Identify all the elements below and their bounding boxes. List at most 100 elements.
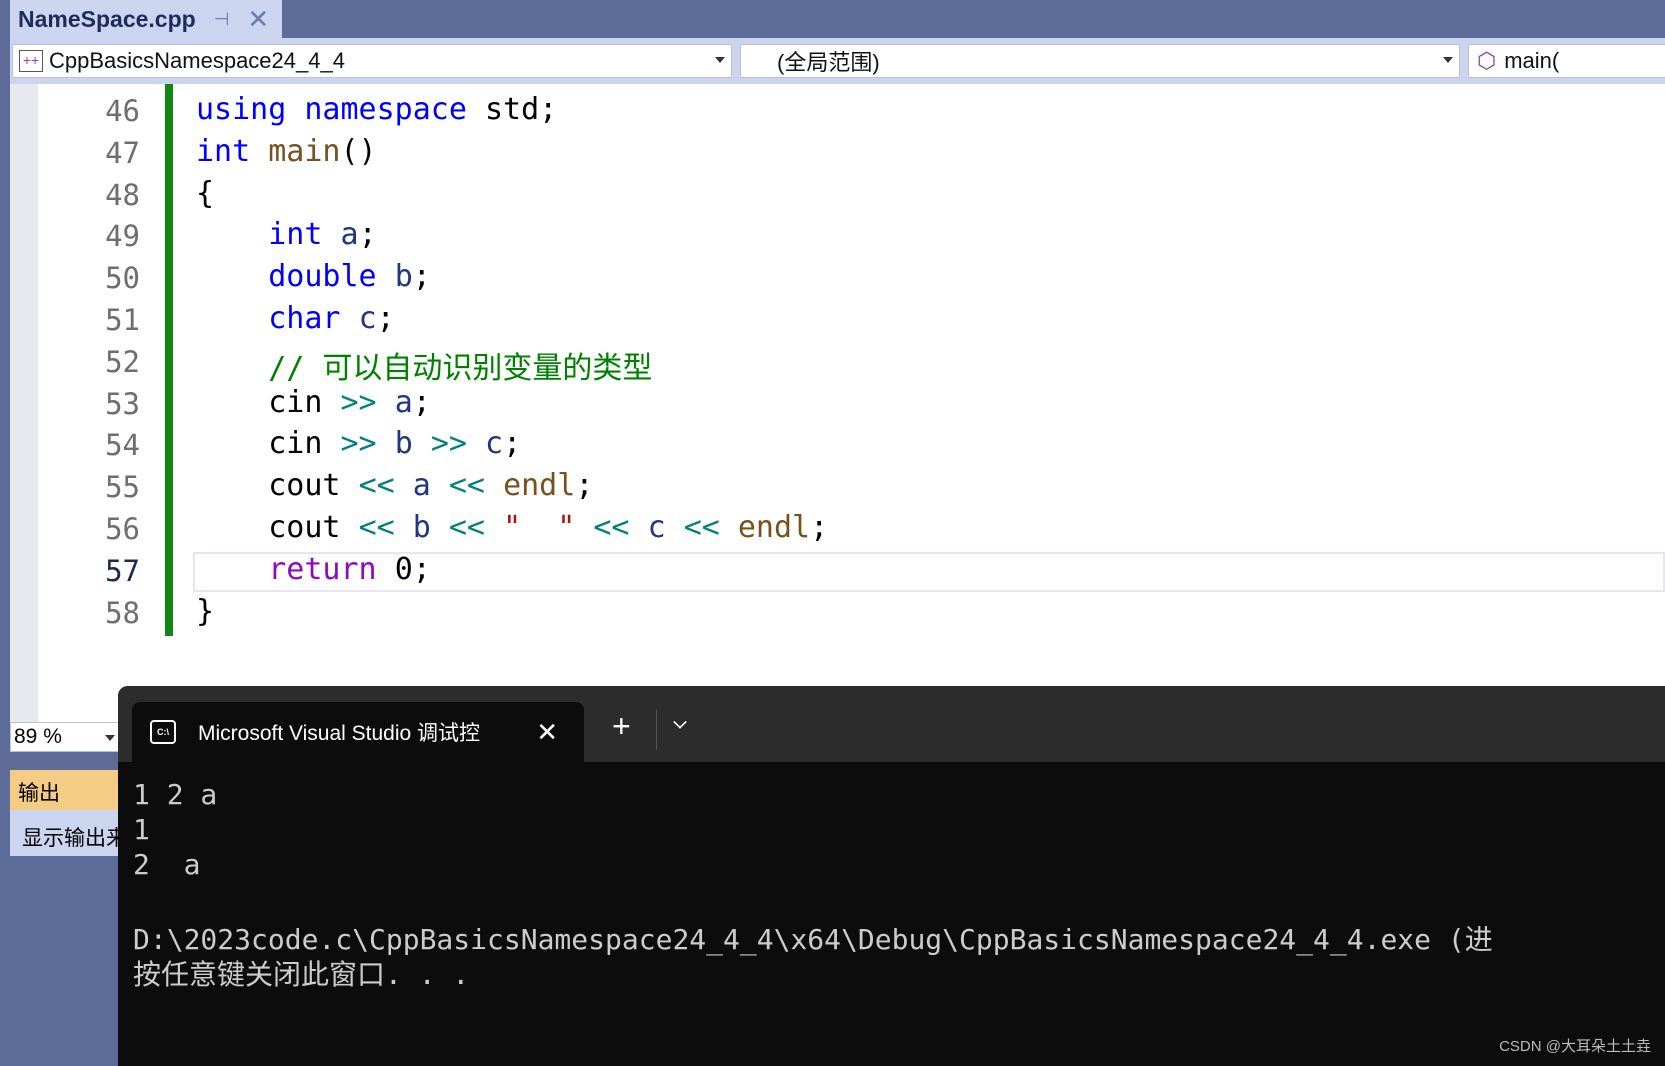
close-icon[interactable]: ✕	[247, 4, 269, 35]
editor-margin	[10, 84, 38, 724]
code-line: // 可以自动识别变量的类型	[196, 343, 652, 387]
code-token: c	[358, 301, 377, 336]
code-token: cout	[196, 510, 359, 545]
line-number: 49	[105, 219, 140, 254]
code-token: c	[647, 510, 684, 545]
code-token: <<	[448, 468, 504, 504]
close-icon[interactable]: ✕	[536, 717, 558, 748]
line-number: 53	[105, 386, 140, 421]
code-line: cout << a << endl;	[196, 468, 593, 503]
project-name: CppBasicsNamespace24_4_4	[49, 48, 345, 73]
code-token: namespace	[304, 92, 485, 127]
code-token: 0;	[394, 551, 431, 587]
code-token: b	[394, 259, 413, 295]
code-token: <<	[358, 468, 413, 504]
code-token: a	[394, 384, 413, 420]
code-token: std;	[485, 92, 558, 127]
code-line: cin >> a;	[196, 385, 431, 420]
code-token: b	[412, 510, 449, 545]
code-token: double	[268, 259, 395, 295]
output-show-label: 显示输出来	[10, 810, 130, 856]
terminal-window[interactable]: C:\ Microsoft Visual Studio 调试控 ✕ + 1 2 …	[118, 686, 1665, 1066]
terminal-output-line: 1	[133, 813, 150, 846]
code-editor[interactable]: 46 using namespace std; 47 int main() 48{49 …	[10, 84, 1665, 724]
file-tab-title: NameSpace.cpp	[18, 5, 196, 32]
code-token: endl	[503, 468, 576, 504]
code-token: endl	[737, 510, 811, 545]
console-icon: C:\	[150, 720, 176, 744]
code-token: <<	[593, 510, 648, 545]
zoom-value: 89 %	[14, 725, 62, 748]
terminal-output-line: D:\2023code.c\CppBasicsNamespace24_4_4\x…	[133, 923, 1493, 956]
code-token: cin	[196, 426, 341, 462]
cube-icon: ⬡	[1477, 48, 1497, 73]
file-tab[interactable]: NameSpace.cpp ⊣ ✕	[10, 0, 282, 38]
code-token: ;	[358, 217, 377, 253]
code-token: " "	[503, 510, 594, 545]
code-token: >>	[340, 426, 395, 462]
code-token: c	[485, 426, 504, 462]
code-line: char c;	[196, 301, 395, 336]
code-token: a	[340, 217, 359, 253]
code-token: <<	[358, 510, 413, 545]
watermark: CSDN @大耳朵土土垚	[1499, 1038, 1651, 1055]
code-token: <<	[683, 510, 738, 545]
output-panel-tab[interactable]: 输出	[10, 770, 130, 810]
new-tab-button[interactable]: +	[612, 708, 631, 745]
line-number: 54	[105, 428, 140, 463]
line-number: 48	[105, 177, 140, 212]
line-number: 57	[105, 553, 140, 588]
code-line: cout << b << " " << c << endl;	[196, 510, 828, 545]
divider	[656, 710, 657, 750]
member-dropdown[interactable]: ⬡ main(	[1468, 44, 1665, 78]
code-token: }	[196, 593, 215, 629]
navigation-bar: ++ CppBasicsNamespace24_4_4 (全局范围) ⬡ mai…	[10, 38, 1665, 84]
code-token: ;	[503, 426, 522, 462]
code-token: {	[196, 175, 215, 211]
code-token: a	[412, 468, 449, 504]
change-indicator	[165, 84, 173, 636]
code-token: ;	[376, 301, 395, 336]
project-dropdown[interactable]: ++ CppBasicsNamespace24_4_4	[12, 44, 732, 78]
chevron-down-icon[interactable]	[673, 715, 687, 729]
line-number: 56	[105, 512, 140, 546]
code-token: int	[196, 133, 269, 169]
project-icon: ++	[19, 50, 43, 72]
code-token: ;	[412, 259, 431, 295]
code-token: b	[394, 426, 431, 462]
line-number: 46	[105, 94, 140, 128]
terminal-titlebar: C:\ Microsoft Visual Studio 调试控 ✕ +	[118, 686, 1665, 762]
scope-dropdown[interactable]: (全局范围)	[740, 44, 1460, 78]
code-token: return	[268, 551, 395, 587]
code-token: >>	[430, 426, 485, 462]
code-token: ()	[340, 133, 377, 169]
code-token: int	[268, 217, 341, 253]
terminal-output-line: 2 a	[133, 848, 201, 881]
code-token: cout	[196, 468, 359, 504]
pin-icon[interactable]: ⊣	[214, 9, 230, 30]
code-token: <<	[448, 510, 504, 545]
zoom-dropdown[interactable]: 89 %	[10, 722, 122, 752]
code-token: ;	[575, 468, 594, 504]
code-line: double b;	[196, 259, 431, 294]
code-token: ;	[810, 510, 829, 545]
terminal-tab[interactable]: C:\ Microsoft Visual Studio 调试控 ✕	[132, 702, 584, 762]
code-line: cin >> b >> c;	[196, 426, 521, 461]
line-number: 55	[105, 470, 140, 505]
scope-name: (全局范围)	[777, 50, 880, 75]
code-token: >>	[340, 384, 395, 420]
code-line: }	[196, 594, 214, 629]
code-token: char	[268, 301, 359, 336]
line-number: 58	[105, 595, 140, 630]
line-number: 51	[105, 303, 140, 337]
code-line: int main()	[196, 134, 377, 169]
code-token: ;	[412, 384, 431, 420]
line-number: 47	[105, 135, 140, 170]
code-line: return 0;	[196, 552, 431, 587]
line-number: 50	[105, 261, 140, 296]
